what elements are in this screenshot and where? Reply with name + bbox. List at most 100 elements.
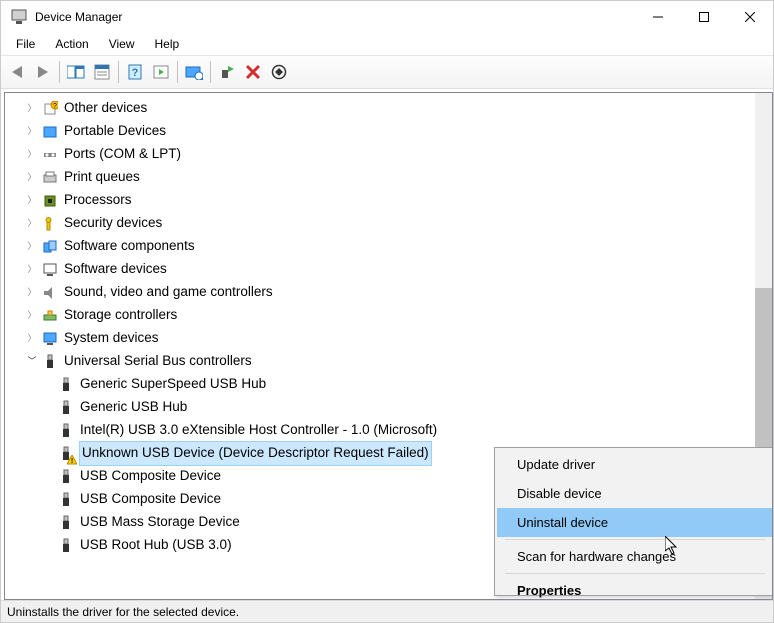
- tree-label: Print queues: [64, 166, 140, 189]
- tree-label: Software components: [64, 235, 195, 258]
- tree-label: Storage controllers: [64, 304, 177, 327]
- status-bar: Uninstalls the driver for the selected d…: [1, 600, 773, 622]
- ctx-update-driver[interactable]: Update driver: [497, 450, 773, 479]
- content-area: 〉? Other devices 〉Portable Devices 〉 Ports…: [1, 89, 773, 600]
- properties-icon: [94, 64, 110, 80]
- menu-help[interactable]: Help: [145, 35, 190, 53]
- menu-view[interactable]: View: [99, 35, 145, 53]
- show-hide-console-button[interactable]: [64, 60, 88, 84]
- close-button[interactable]: [727, 1, 773, 33]
- chevron-right-icon[interactable]: 〉: [25, 97, 39, 120]
- device-manager-window: Device Manager File Action View Help ?: [0, 0, 774, 623]
- usb-device-icon: [57, 376, 75, 394]
- system-devices-icon: [41, 330, 59, 348]
- print-queues-icon: [41, 169, 59, 187]
- tree-label: USB Root Hub (USB 3.0): [80, 534, 232, 557]
- tree-item[interactable]: Intel(R) USB 3.0 eXtensible Host Control…: [57, 419, 772, 442]
- usb-device-icon: [57, 537, 75, 555]
- tree-label: Generic SuperSpeed USB Hub: [80, 373, 266, 396]
- scan-hardware-icon: [185, 64, 203, 80]
- tree-category[interactable]: 〉 Print queues: [25, 166, 772, 189]
- tree-label: Processors: [64, 189, 132, 212]
- arrow-right-icon: [38, 66, 48, 78]
- tree-label: Sound, video and game controllers: [64, 281, 273, 304]
- uninstall-device-button[interactable]: [241, 60, 265, 84]
- usb-device-icon: [57, 468, 75, 486]
- device-tree[interactable]: 〉? Other devices 〉Portable Devices 〉 Ports…: [4, 92, 773, 600]
- tree-category[interactable]: 〉 Ports (COM & LPT): [25, 143, 772, 166]
- tree-category-usb[interactable]: ﹀Universal Serial Bus controllers: [25, 350, 772, 373]
- tree-label: System devices: [64, 327, 159, 350]
- chevron-right-icon[interactable]: 〉: [25, 281, 39, 304]
- menu-file[interactable]: File: [6, 35, 45, 53]
- ctx-scan-hardware[interactable]: Scan for hardware changes: [497, 542, 773, 571]
- titlebar: Device Manager: [1, 1, 773, 33]
- tree-label: Security devices: [64, 212, 162, 235]
- chevron-down-icon[interactable]: ﹀: [25, 350, 39, 373]
- separator: [505, 573, 765, 574]
- usb-device-icon: [57, 399, 75, 417]
- chevron-right-icon[interactable]: 〉: [25, 235, 39, 258]
- properties-button[interactable]: [90, 60, 114, 84]
- uninstall-icon: [245, 64, 261, 80]
- help-icon: ?: [127, 64, 143, 80]
- ctx-properties[interactable]: Properties: [497, 576, 773, 600]
- tree-item[interactable]: Generic USB Hub: [57, 396, 772, 419]
- tree-label: Generic USB Hub: [80, 396, 187, 419]
- tree-label: Ports (COM & LPT): [64, 143, 181, 166]
- usb-device-icon: [57, 514, 75, 532]
- disable-icon: [271, 64, 287, 80]
- menu-action[interactable]: Action: [45, 35, 98, 53]
- window-title: Device Manager: [35, 10, 122, 24]
- tree-label: Other devices: [64, 97, 147, 120]
- update-driver-button[interactable]: [215, 60, 239, 84]
- svg-text:?: ?: [53, 103, 57, 110]
- maximize-button[interactable]: [681, 1, 727, 33]
- tree-category[interactable]: 〉 Security devices: [25, 212, 772, 235]
- tree-item[interactable]: Generic SuperSpeed USB Hub: [57, 373, 772, 396]
- chevron-right-icon[interactable]: 〉: [25, 166, 39, 189]
- window-controls: [635, 1, 773, 33]
- chevron-right-icon[interactable]: 〉: [25, 143, 39, 166]
- ctx-disable-device[interactable]: Disable device: [497, 479, 773, 508]
- scan-hardware-button[interactable]: [182, 60, 206, 84]
- tree-label: USB Composite Device: [80, 465, 221, 488]
- chevron-right-icon[interactable]: 〉: [25, 120, 39, 143]
- tree-label: Software devices: [64, 258, 167, 281]
- other-devices-icon: ?: [41, 100, 59, 118]
- back-button[interactable]: [5, 60, 29, 84]
- tree-category[interactable]: 〉 Software devices: [25, 258, 772, 281]
- chevron-right-icon[interactable]: 〉: [25, 212, 39, 235]
- disable-device-button[interactable]: [267, 60, 291, 84]
- update-driver-icon: [219, 64, 235, 80]
- tree-category[interactable]: 〉 Software components: [25, 235, 772, 258]
- software-components-icon: [41, 238, 59, 256]
- security-devices-icon: [41, 215, 59, 233]
- console-tree-icon: [67, 64, 85, 80]
- tree-category[interactable]: 〉Portable Devices: [25, 120, 772, 143]
- tree-category[interactable]: 〉 System devices: [25, 327, 772, 350]
- tree-label: USB Composite Device: [80, 488, 221, 511]
- tree-category[interactable]: 〉 Sound, video and game controllers: [25, 281, 772, 304]
- arrow-left-icon: [12, 66, 22, 78]
- usb-device-warning-icon: !: [57, 445, 75, 463]
- tree-category[interactable]: 〉 Processors: [25, 189, 772, 212]
- chevron-right-icon[interactable]: 〉: [25, 258, 39, 281]
- tree-label: Intel(R) USB 3.0 eXtensible Host Control…: [80, 419, 437, 442]
- chevron-right-icon[interactable]: 〉: [25, 189, 39, 212]
- tree-category[interactable]: 〉? Other devices: [25, 97, 772, 120]
- toolbar: ?: [1, 55, 773, 89]
- ports-icon: [41, 146, 59, 164]
- action-button[interactable]: [149, 60, 173, 84]
- ctx-uninstall-device[interactable]: Uninstall device: [497, 508, 773, 537]
- minimize-button[interactable]: [635, 1, 681, 33]
- chevron-right-icon[interactable]: 〉: [25, 327, 39, 350]
- tree-category[interactable]: 〉 Storage controllers: [25, 304, 772, 327]
- forward-button[interactable]: [31, 60, 55, 84]
- tree-label: Unknown USB Device (Device Descriptor Re…: [80, 442, 431, 465]
- chevron-right-icon[interactable]: 〉: [25, 304, 39, 327]
- storage-controllers-icon: [41, 307, 59, 325]
- help-button[interactable]: ?: [123, 60, 147, 84]
- app-icon: [11, 9, 27, 25]
- separator: [505, 539, 765, 540]
